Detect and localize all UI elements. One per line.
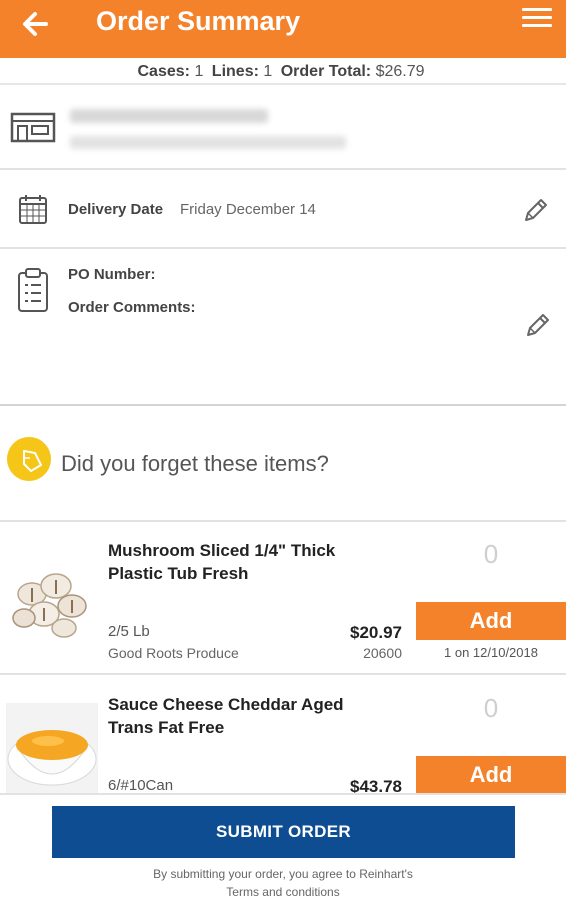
cases-value: 1: [194, 63, 204, 80]
edit-po-comments-pencil-icon[interactable]: [524, 311, 552, 339]
suggested-item: Sauce Cheese Cheddar Aged Trans Fat Free…: [0, 677, 566, 795]
suggestions-heading: Did you forget these items?: [61, 451, 329, 476]
suggested-item: Mushroom Sliced 1/4" Thick Plastic Tub F…: [0, 523, 566, 675]
storefront-icon: [10, 112, 56, 143]
delivery-date-label: Delivery Date: [68, 201, 164, 218]
order-comments-label: Order Comments:: [68, 299, 196, 316]
suggestions-header: Did you forget these items?: [0, 407, 566, 522]
submit-order-button[interactable]: SUBMIT ORDER: [52, 806, 515, 858]
app-bar: Order Summary: [0, 0, 566, 58]
mushroom-product-image: [6, 556, 94, 644]
item-vendor: Good Roots Produce: [108, 645, 239, 661]
store-name-redacted: [70, 109, 268, 123]
item-quantity[interactable]: 0: [416, 539, 566, 570]
cheese-sauce-product-image: [6, 703, 98, 793]
terms-link[interactable]: Terms and conditions: [0, 883, 566, 900]
last-ordered-info: 1 on 12/10/2018: [444, 645, 538, 660]
calendar-icon: [19, 195, 47, 224]
lines-value: 1: [263, 63, 273, 80]
page-title: Order Summary: [96, 6, 301, 36]
back-arrow-icon[interactable]: [18, 7, 52, 41]
item-price: $43.78: [350, 777, 402, 795]
store-info-row: [0, 86, 566, 170]
terms-line-1: By submitting your order, you agree to R…: [153, 867, 413, 881]
hamburger-menu-icon[interactable]: [522, 8, 552, 32]
item-name: Sauce Cheese Cheddar Aged Trans Fat Free: [108, 695, 344, 737]
delivery-date-row: Delivery Date Friday December 14: [0, 171, 566, 249]
store-address-redacted: [70, 136, 346, 149]
item-pack-size: 2/5 Lb: [108, 623, 150, 640]
add-item-button[interactable]: Add: [416, 756, 566, 793]
cases-label: Cases:: [137, 63, 190, 80]
item-price: $20.97: [350, 623, 402, 642]
item-pack-size: 6/#10Can: [108, 777, 174, 794]
item-name: Mushroom Sliced 1/4" Thick Plastic Tub F…: [108, 541, 336, 583]
delivery-date-value: Friday December 14: [180, 201, 316, 218]
lightbulb-icon: [7, 437, 51, 481]
edit-delivery-date-pencil-icon[interactable]: [522, 196, 550, 224]
clipboard-icon: [18, 268, 48, 312]
order-total-label: Order Total:: [280, 63, 372, 80]
po-number-label: PO Number:: [68, 266, 156, 283]
terms-text: By submitting your order, you agree to R…: [0, 865, 566, 900]
item-code: 20600: [363, 645, 402, 661]
item-quantity[interactable]: 0: [416, 693, 566, 724]
submit-footer: SUBMIT ORDER By submitting your order, y…: [0, 795, 566, 900]
lines-label: Lines:: [211, 63, 259, 80]
order-totals-bar: Cases: 1 Lines: 1 Order Total: $26.79: [0, 58, 566, 85]
order-total-value: $26.79: [375, 63, 425, 80]
add-item-button[interactable]: Add: [416, 602, 566, 640]
po-comments-row: PO Number: Order Comments:: [0, 250, 566, 406]
